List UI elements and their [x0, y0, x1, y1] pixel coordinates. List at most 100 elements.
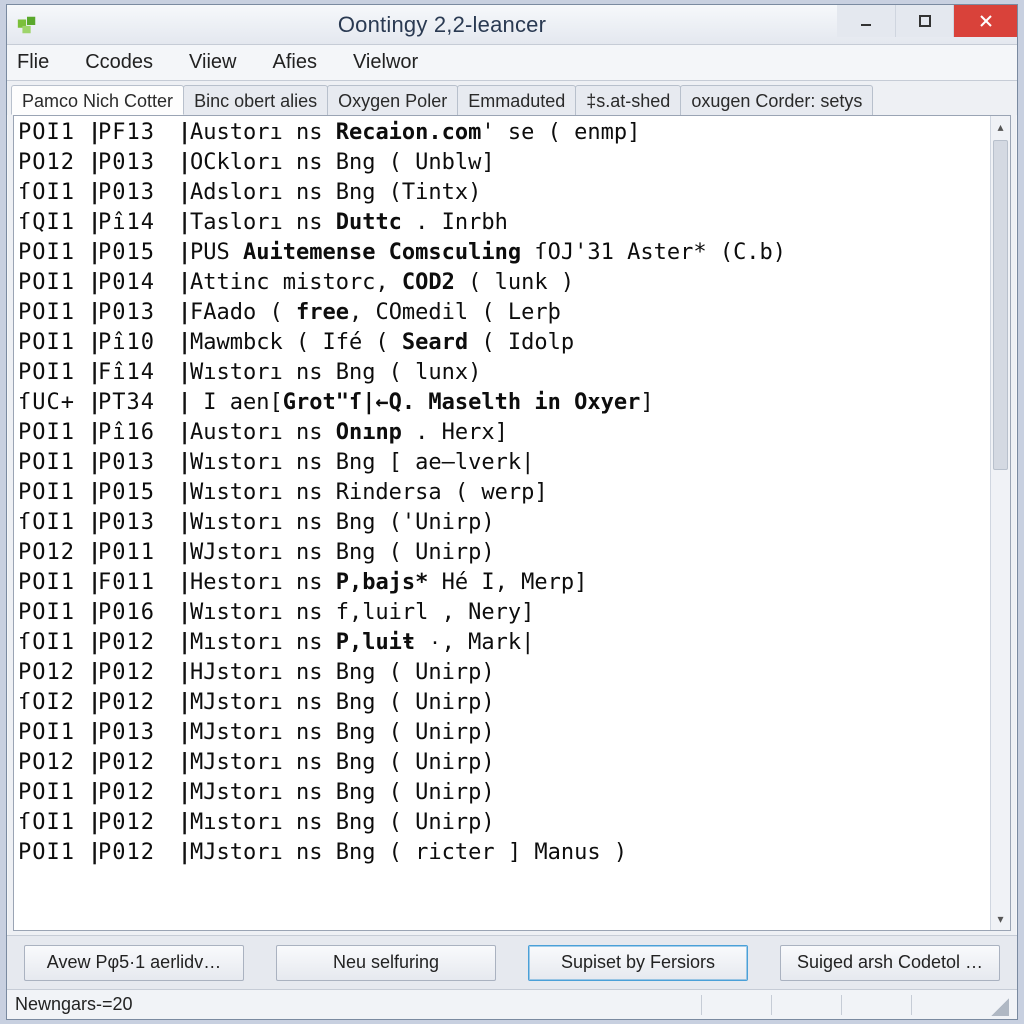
row-text: Jstorı ns Bng ( Unirp)	[203, 690, 494, 715]
list-row[interactable]: ſOI1|P012|Mıstorı ns Bng ( Unirp)	[18, 808, 990, 838]
list-row[interactable]: POI1|P012|MJstorı ns Bng ( Unirp)	[18, 778, 990, 808]
row-col-c: OCklorı ns Bng ( Unblw]	[188, 148, 990, 178]
row-text: Austorı ns	[190, 120, 336, 145]
row-sep: |	[88, 568, 98, 598]
row-col-a: POI1	[18, 838, 88, 868]
tab-pamco[interactable]: Pamco Nich Cotter	[11, 85, 184, 115]
list-row[interactable]: ſOI1|P012|Mıstorı ns P,luiŧ ۰, Mark|	[18, 628, 990, 658]
row-sep: |	[178, 598, 188, 628]
row-text: Jstorı ns Bng ( Unirp)	[203, 720, 494, 745]
list-row[interactable]: POI1|P014|Attinc mistorc, COD2 ( lunk )	[18, 268, 990, 298]
row-col-c: PUS Auitemense Comsculing ſOJ'31 Aster* …	[188, 238, 990, 268]
row-sep: |	[178, 478, 188, 508]
list-row[interactable]: POI1|P015|Wıstorı ns Rindersa ( werp]	[18, 478, 990, 508]
row-col-c: MJstorı ns Bng ( Unirp)	[188, 748, 990, 778]
list-row[interactable]: PO12|P013|OCklorı ns Bng ( Unblw]	[18, 148, 990, 178]
row-col-b: P015	[98, 238, 178, 268]
maximize-button[interactable]	[895, 5, 953, 37]
row-text: Jstorı ns Bng ( Unirp)	[203, 540, 494, 565]
row-col-b: Pî14	[98, 208, 178, 238]
row-sep: |	[88, 748, 98, 778]
scroll-up-icon[interactable]: ▴	[991, 116, 1010, 138]
list-row[interactable]: POI1|Pî16|Austorı ns Onınp . Herx]	[18, 418, 990, 448]
list-row[interactable]: ſQI1|Pî14|Taslorı ns Duttc . Inrbh	[18, 208, 990, 238]
row-col-c: Wıstorı ns Bng [ ae–lverk|	[188, 448, 990, 478]
list-row[interactable]: PO12|P011|WJstorı ns Bng ( Unirp)	[18, 538, 990, 568]
row-col-b: P014	[98, 268, 178, 298]
tab-oxugen[interactable]: oxugen Corder: setys	[680, 85, 873, 115]
status-text: Newngars-=20	[15, 994, 133, 1015]
button-avew[interactable]: Avew Pφ5·1 aerlidv…	[24, 945, 244, 981]
row-col-b: P013	[98, 718, 178, 748]
row-text: W	[190, 450, 203, 475]
row-sep: |	[88, 298, 98, 328]
row-text: FAado (	[190, 300, 296, 325]
list-row[interactable]: POI1|P016|Wıstorı ns f,luirl , Nery]	[18, 598, 990, 628]
list-row[interactable]: POI1|P013|MJstorı ns Bng ( Unirp)	[18, 718, 990, 748]
row-sep: |	[178, 658, 188, 688]
list-row[interactable]: ſOI1|P013|Adslorı ns Bng (Tintx)	[18, 178, 990, 208]
menu-item-vielwor[interactable]: Vielwor	[349, 49, 422, 76]
list-row[interactable]: POI1|Pî10|Mawmbck ( Ifé ( Seard ( Idolp	[18, 328, 990, 358]
menu-item-view[interactable]: Viiew	[185, 49, 240, 76]
list-row[interactable]: POI1|P012|MJstorı ns Bng ( ricter ] Manu…	[18, 838, 990, 868]
row-col-b: F011	[98, 568, 178, 598]
row-text: PUS	[190, 240, 243, 265]
row-text: OCklorı ns	[190, 150, 336, 175]
resize-grip-icon[interactable]	[987, 994, 1009, 1016]
scroll-thumb[interactable]	[993, 140, 1008, 470]
tab-satshed[interactable]: ‡s.at-shed	[575, 85, 681, 115]
menu-item-codes[interactable]: Ccodes	[81, 49, 157, 76]
row-text: ( lunk )	[455, 270, 574, 295]
menu-item-file[interactable]: Flie	[13, 49, 53, 76]
row-sep: |	[88, 118, 98, 148]
button-supiset[interactable]: Supiset by Fersiors	[528, 945, 748, 981]
row-col-c: Adslorı ns Bng (Tintx)	[188, 178, 990, 208]
row-col-b: P013	[98, 448, 178, 478]
menu-item-afies[interactable]: Afies	[268, 49, 320, 76]
minimize-button[interactable]	[837, 5, 895, 37]
row-col-c: Taslorı ns Duttc . Inrbh	[188, 208, 990, 238]
row-col-a: POI1	[18, 778, 88, 808]
close-button[interactable]	[953, 5, 1017, 37]
status-cells	[701, 995, 981, 1015]
list-row[interactable]: PO12|P012|HJstorı ns Bng ( Unirp)	[18, 658, 990, 688]
tab-binc[interactable]: Binc obert alies	[183, 85, 328, 115]
list-row[interactable]: POI1|P013|Wıstorı ns Bng [ ae–lverk|	[18, 448, 990, 478]
list-row[interactable]: PO12|P012|MJstorı ns Bng ( Unirp)	[18, 748, 990, 778]
row-col-a: POI1	[18, 238, 88, 268]
row-text: ' se ( enmp]	[481, 120, 640, 145]
list-row[interactable]: POI1|PF13|Austorı ns Recaion.com' se ( e…	[18, 118, 990, 148]
listing[interactable]: POI1|PF13|Austorı ns Recaion.com' se ( e…	[14, 116, 990, 930]
row-text: Austorı ns	[190, 420, 336, 445]
tab-oxygen[interactable]: Oxygen Poler	[327, 85, 458, 115]
row-sep: |	[178, 418, 188, 448]
list-row[interactable]: ſOI2|P012|MJstorı ns Bng ( Unirp)	[18, 688, 990, 718]
tab-emmaduted[interactable]: Emmaduted	[457, 85, 576, 115]
list-row[interactable]: ſOI1|P013|Wıstorı ns Bng ('Unirp)	[18, 508, 990, 538]
row-col-c: HJstorı ns Bng ( Unirp)	[188, 658, 990, 688]
list-row[interactable]: POI1|Fî14|Wıstorı ns Bng ( lunx)	[18, 358, 990, 388]
row-col-c: Hestorı ns P,bajs* Hé I, Merp]	[188, 568, 990, 598]
row-text: Bng (Tintx)	[336, 180, 482, 205]
list-row[interactable]: ſUC+|PT34| I aen[Grot"ſ|←Q. Maselth in O…	[18, 388, 990, 418]
row-col-a: POI1	[18, 298, 88, 328]
button-suiged[interactable]: Suiged arsh Codetol …	[780, 945, 1000, 981]
scroll-down-icon[interactable]: ▾	[991, 908, 1010, 930]
row-text: I aen[	[190, 390, 283, 415]
row-text: ıstorı ns Bng ( Unirp)	[203, 810, 494, 835]
list-row[interactable]: POI1|P015|PUS Auitemense Comsculing ſOJ'…	[18, 238, 990, 268]
app-icon-slot	[7, 14, 47, 36]
row-text: Mawmbck ( Ifé (	[190, 330, 402, 355]
row-text: M	[190, 750, 203, 775]
row-col-c: MJstorı ns Bng ( Unirp)	[188, 778, 990, 808]
row-col-c: I aen[Grot"ſ|←Q. Maselth in Oxyer]	[188, 388, 990, 418]
row-text: ( Idolp	[468, 330, 574, 355]
button-neu[interactable]: Neu selfuring	[276, 945, 496, 981]
vertical-scrollbar[interactable]: ▴ ▾	[990, 116, 1010, 930]
list-row[interactable]: POI1|P013|FAado ( free, COmedil ( Lerþ	[18, 298, 990, 328]
row-text: W	[190, 540, 203, 565]
tab-strip: Pamco Nich Cotter Binc obert alies Oxyge…	[7, 81, 1017, 115]
list-row[interactable]: POI1|F011|Hestorı ns P,bajs* Hé I, Merp]	[18, 568, 990, 598]
row-col-a: POI1	[18, 328, 88, 358]
